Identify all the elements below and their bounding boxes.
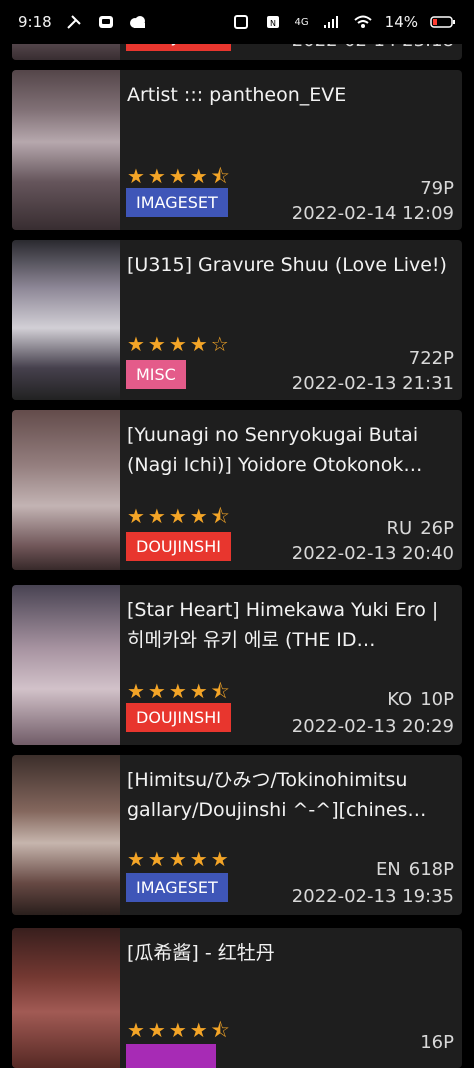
thumbnail	[12, 755, 120, 915]
gallery-title: [Yuunagi no Senryokugai Butai (Nagi Ichi…	[127, 424, 423, 476]
thumbnail	[12, 928, 120, 1068]
pages-label: 16P	[420, 1032, 454, 1053]
page-count: 79P	[412, 178, 454, 199]
wifi-icon	[353, 14, 373, 30]
pages-label: 79P	[420, 178, 454, 199]
gallery-card[interactable]: Artist ::: pantheon_EVE ★★★★⯪ IMAGESET 7…	[12, 70, 462, 230]
gallery-list: DOUJINSHI 2022-02-14 23:18 Artist ::: pa…	[0, 0, 474, 1068]
language-label: RU	[386, 518, 413, 539]
gallery-title: [Star Heart] Himekawa Yuki Ero | 히메카와 유키…	[127, 599, 439, 651]
date-label: 2022-02-13 20:40	[291, 543, 454, 564]
date-label: 2022-02-13 21:31	[291, 373, 454, 394]
category-badge: IMAGESET	[126, 188, 228, 217]
language-label: KO	[387, 689, 413, 710]
category-badge: MISC	[126, 360, 186, 389]
alarm-icon	[231, 14, 251, 30]
thumbnail	[12, 585, 120, 745]
gallery-card[interactable]: [Yuunagi no Senryokugai Butai (Nagi Ichi…	[12, 410, 462, 570]
clock: 9:18	[18, 13, 52, 31]
category-badge: IMAGESET	[126, 873, 228, 902]
tools-icon	[64, 14, 84, 30]
language-label: EN	[375, 859, 401, 880]
gallery-title: Artist ::: pantheon_EVE	[127, 84, 347, 106]
date-label: 2022-02-13 19:35	[291, 886, 454, 907]
page-count: 722P	[401, 348, 454, 369]
status-bar: 9:18 N 4G 14%	[0, 0, 474, 44]
signal-icon	[321, 14, 341, 30]
rating-stars: ★★★★★	[127, 847, 232, 871]
thumbnail	[12, 240, 120, 400]
date-label: 2022-02-13 20:29	[291, 716, 454, 737]
category-badge	[126, 1044, 216, 1068]
thumbnail	[12, 410, 120, 570]
date-label: 2022-02-14 12:09	[291, 203, 454, 224]
cloud-icon	[128, 14, 148, 30]
category-badge: DOUJINSHI	[126, 703, 231, 732]
svg-text:N: N	[270, 19, 276, 28]
pages-label: 26P	[420, 518, 454, 539]
thumbnail	[12, 70, 120, 230]
page-count: KO 10P	[387, 689, 454, 710]
gallery-title: [瓜希酱] - 红牡丹	[127, 942, 275, 964]
page-count: EN 618P	[376, 859, 454, 880]
gallery-card[interactable]: [U315] Gravure Shuu (Love Live!) ★★★★☆ M…	[12, 240, 462, 400]
category-badge: DOUJINSHI	[126, 532, 231, 561]
message-icon	[96, 14, 116, 30]
gallery-card[interactable]: [Himitsu/ひみつ/Tokinohimitsu gallary/Douji…	[12, 755, 462, 915]
battery-percent: 14%	[384, 13, 418, 31]
rating-stars: ★★★★⯪	[127, 504, 233, 528]
pages-label: 10P	[420, 689, 454, 710]
pages-label: 722P	[408, 348, 454, 369]
gallery-card[interactable]: [瓜希酱] - 红牡丹 ★★★★⯪ 16P	[12, 928, 462, 1068]
network-label: 4G	[294, 16, 309, 28]
page-count: RU 26P	[387, 518, 454, 539]
gallery-card[interactable]: [Star Heart] Himekawa Yuki Ero | 히메카와 유키…	[12, 585, 462, 745]
rating-stars: ★★★★☆	[127, 332, 232, 356]
gallery-title: [U315] Gravure Shuu (Love Live!)	[127, 254, 447, 276]
gallery-title: [Himitsu/ひみつ/Tokinohimitsu gallary/Douji…	[127, 769, 427, 821]
nfc-icon: N	[263, 14, 283, 30]
pages-label: 618P	[408, 859, 454, 880]
battery-icon	[430, 14, 456, 30]
page-count: 16P	[412, 1032, 454, 1053]
